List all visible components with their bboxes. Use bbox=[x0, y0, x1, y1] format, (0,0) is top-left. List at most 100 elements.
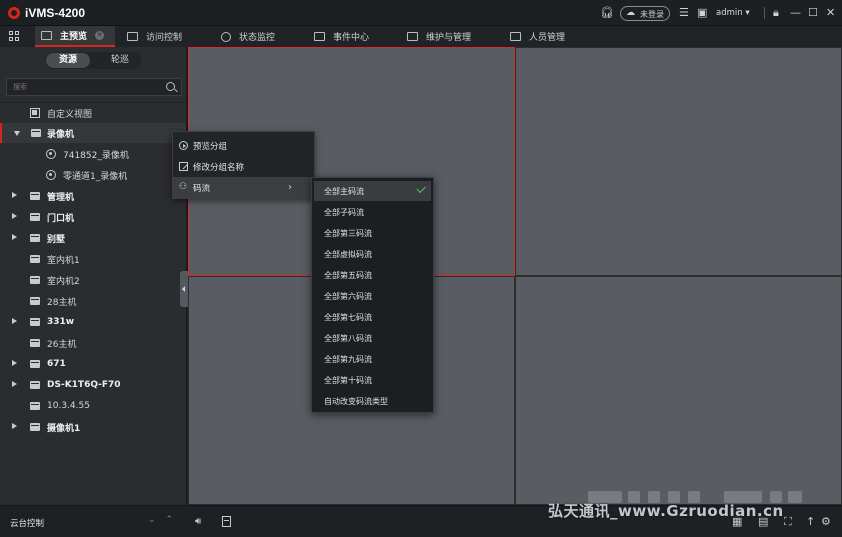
settings-icon[interactable]: ⚙ bbox=[821, 515, 831, 528]
user-menu[interactable]: admin ▾ bbox=[716, 8, 750, 18]
tab-label: 维护与管理 bbox=[426, 33, 472, 43]
tab-status-monitor[interactable]: 状态监控 bbox=[221, 26, 275, 47]
tab-label: 主预览 bbox=[60, 32, 88, 42]
tree-item-group[interactable]: 10.3.4.55 bbox=[0, 396, 186, 416]
tree-item-group[interactable]: 26主机 bbox=[0, 333, 186, 353]
title-divider bbox=[764, 7, 765, 19]
tab-person-management[interactable]: 人员管理 bbox=[510, 26, 565, 47]
expand-caret-icon[interactable] bbox=[14, 131, 20, 136]
tree-item-group[interactable]: 331w bbox=[0, 312, 186, 332]
folder-icon bbox=[31, 129, 41, 137]
login-status-label: 未登录 bbox=[640, 10, 664, 19]
tree-item-group[interactable]: 28主机 bbox=[0, 291, 186, 311]
menu-item-rename-group[interactable]: 修改分组名称 bbox=[173, 156, 314, 177]
submenu-item-fifth-stream[interactable]: 全部第五码流 bbox=[314, 265, 431, 285]
tree-item-label: 26主机 bbox=[47, 339, 77, 350]
submenu-item-virtual-stream[interactable]: 全部虚拟码流 bbox=[314, 244, 431, 264]
volume-icon[interactable]: 🔊︎ bbox=[195, 516, 201, 527]
submenu-item-auto-stream[interactable]: 自动改变码流类型 bbox=[314, 391, 431, 411]
menu-item-preview-group[interactable]: 预览分组 bbox=[173, 135, 314, 156]
tree-item-custom-view[interactable]: 自定义视图 bbox=[0, 103, 186, 123]
cloud-login-button[interactable]: ☁︎ 未登录 bbox=[620, 6, 670, 21]
maximize-icon[interactable]: ☐ bbox=[808, 6, 818, 20]
expand-caret-icon[interactable] bbox=[12, 318, 17, 324]
tree-item-group[interactable]: 门口机 bbox=[0, 207, 186, 227]
submenu-item-eighth-stream[interactable]: 全部第八码流 bbox=[314, 328, 431, 348]
tab-label: 访问控制 bbox=[146, 33, 183, 43]
tree-item-group[interactable]: 室内机2 bbox=[0, 270, 186, 290]
video-pane[interactable] bbox=[515, 47, 842, 276]
camera-icon bbox=[46, 170, 56, 180]
segment-resources[interactable]: 资源 bbox=[46, 53, 90, 68]
expand-caret-icon[interactable] bbox=[12, 213, 17, 219]
tree-item-nvr[interactable]: 录像机 bbox=[0, 123, 186, 143]
record-icon[interactable] bbox=[222, 516, 231, 527]
menu-item-label: 预览分组 bbox=[193, 141, 228, 152]
tree-item-channel[interactable]: 零通道1_录像机 bbox=[0, 165, 186, 185]
lock-icon[interactable]: 🔒︎ bbox=[773, 6, 779, 20]
tab-main-preview[interactable]: 主预览 ✕ bbox=[35, 26, 115, 47]
upload-icon[interactable]: ↑ bbox=[806, 515, 815, 528]
search-icon[interactable] bbox=[166, 82, 175, 91]
tree-item-group[interactable]: DS-K1T6Q-F70 bbox=[0, 375, 186, 395]
folder-icon bbox=[30, 318, 40, 326]
submenu-item-sub-stream[interactable]: 全部子码流 bbox=[314, 202, 431, 222]
folder-icon bbox=[30, 360, 40, 368]
submenu-item-third-stream[interactable]: 全部第三码流 bbox=[314, 223, 431, 243]
resource-sidebar: 资源 轮巡 自定义视图 录像机 741852_录像机 零通道1_录像机 管理机 … bbox=[0, 47, 187, 505]
ptz-expand-icon[interactable]: ⌄⌃ bbox=[148, 515, 183, 525]
video-grid bbox=[188, 47, 842, 505]
folder-icon bbox=[30, 339, 40, 347]
minimize-icon[interactable]: — bbox=[790, 6, 801, 20]
cloud-icon: ☁︎ bbox=[626, 8, 635, 18]
headset-icon[interactable]: 🎧︎ bbox=[600, 6, 614, 20]
tree-item-group[interactable]: 摄像机1 bbox=[0, 417, 186, 437]
user-name: admin bbox=[716, 8, 743, 18]
tab-label: 人员管理 bbox=[529, 33, 566, 43]
camera-icon bbox=[46, 149, 56, 159]
search-input[interactable] bbox=[6, 78, 182, 96]
folder-icon bbox=[30, 381, 40, 389]
expand-caret-icon[interactable] bbox=[12, 423, 17, 429]
tree-item-label: 摄像机1 bbox=[47, 423, 81, 434]
resource-patrol-toggle: 资源 轮巡 bbox=[45, 52, 141, 69]
tab-close-icon[interactable]: ✕ bbox=[95, 31, 105, 40]
submenu-item-label: 全部第五码流 bbox=[324, 270, 372, 280]
submenu-item-sixth-stream[interactable]: 全部第六码流 bbox=[314, 286, 431, 306]
submenu-item-seventh-stream[interactable]: 全部第七码流 bbox=[314, 307, 431, 327]
picture-icon[interactable]: ▣ bbox=[697, 6, 707, 20]
submenu-item-label: 全部虚拟码流 bbox=[324, 249, 372, 259]
submenu-item-label: 全部第九码流 bbox=[324, 354, 372, 364]
menu-item-stream[interactable]: ⚇ 码流 › bbox=[173, 177, 314, 198]
module-grid-icon[interactable] bbox=[9, 31, 20, 42]
tab-event-center[interactable]: 事件中心 bbox=[314, 26, 369, 47]
fullscreen-icon[interactable]: ⛶ bbox=[784, 515, 792, 529]
segment-patrol[interactable]: 轮巡 bbox=[100, 53, 140, 68]
submenu-item-label: 全部第三码流 bbox=[324, 228, 372, 238]
tree-item-channel[interactable]: 741852_录像机 bbox=[0, 144, 186, 164]
list-icon[interactable]: ☰ bbox=[679, 6, 689, 20]
expand-caret-icon[interactable] bbox=[12, 192, 17, 198]
sidebar-collapse-handle[interactable] bbox=[180, 271, 188, 307]
app-logo-icon bbox=[8, 7, 20, 19]
ptz-control-label[interactable]: 云台控制 bbox=[10, 517, 44, 529]
submenu-item-label: 全部子码流 bbox=[324, 207, 364, 217]
folder-icon bbox=[30, 255, 40, 263]
folder-icon bbox=[30, 402, 40, 410]
expand-caret-icon[interactable] bbox=[12, 234, 17, 240]
expand-caret-icon[interactable] bbox=[12, 381, 17, 387]
submenu-item-label: 全部第六码流 bbox=[324, 291, 372, 301]
tree-item-label: 管理机 bbox=[47, 192, 75, 203]
submenu-item-ninth-stream[interactable]: 全部第九码流 bbox=[314, 349, 431, 369]
tab-maintenance[interactable]: 维护与管理 bbox=[407, 26, 471, 47]
submenu-item-tenth-stream[interactable]: 全部第十码流 bbox=[314, 370, 431, 390]
tree-item-group[interactable]: 管理机 bbox=[0, 186, 186, 206]
tree-item-group[interactable]: 671 bbox=[0, 354, 186, 374]
tab-access-control[interactable]: 访问控制 bbox=[127, 26, 182, 47]
tree-item-group[interactable]: 别墅 bbox=[0, 228, 186, 248]
close-icon[interactable]: ✕ bbox=[826, 6, 835, 20]
submenu-item-main-stream[interactable]: 全部主码流 bbox=[314, 181, 431, 201]
video-pane[interactable] bbox=[515, 276, 842, 505]
tree-item-group[interactable]: 室内机1 bbox=[0, 249, 186, 269]
expand-caret-icon[interactable] bbox=[12, 360, 17, 366]
